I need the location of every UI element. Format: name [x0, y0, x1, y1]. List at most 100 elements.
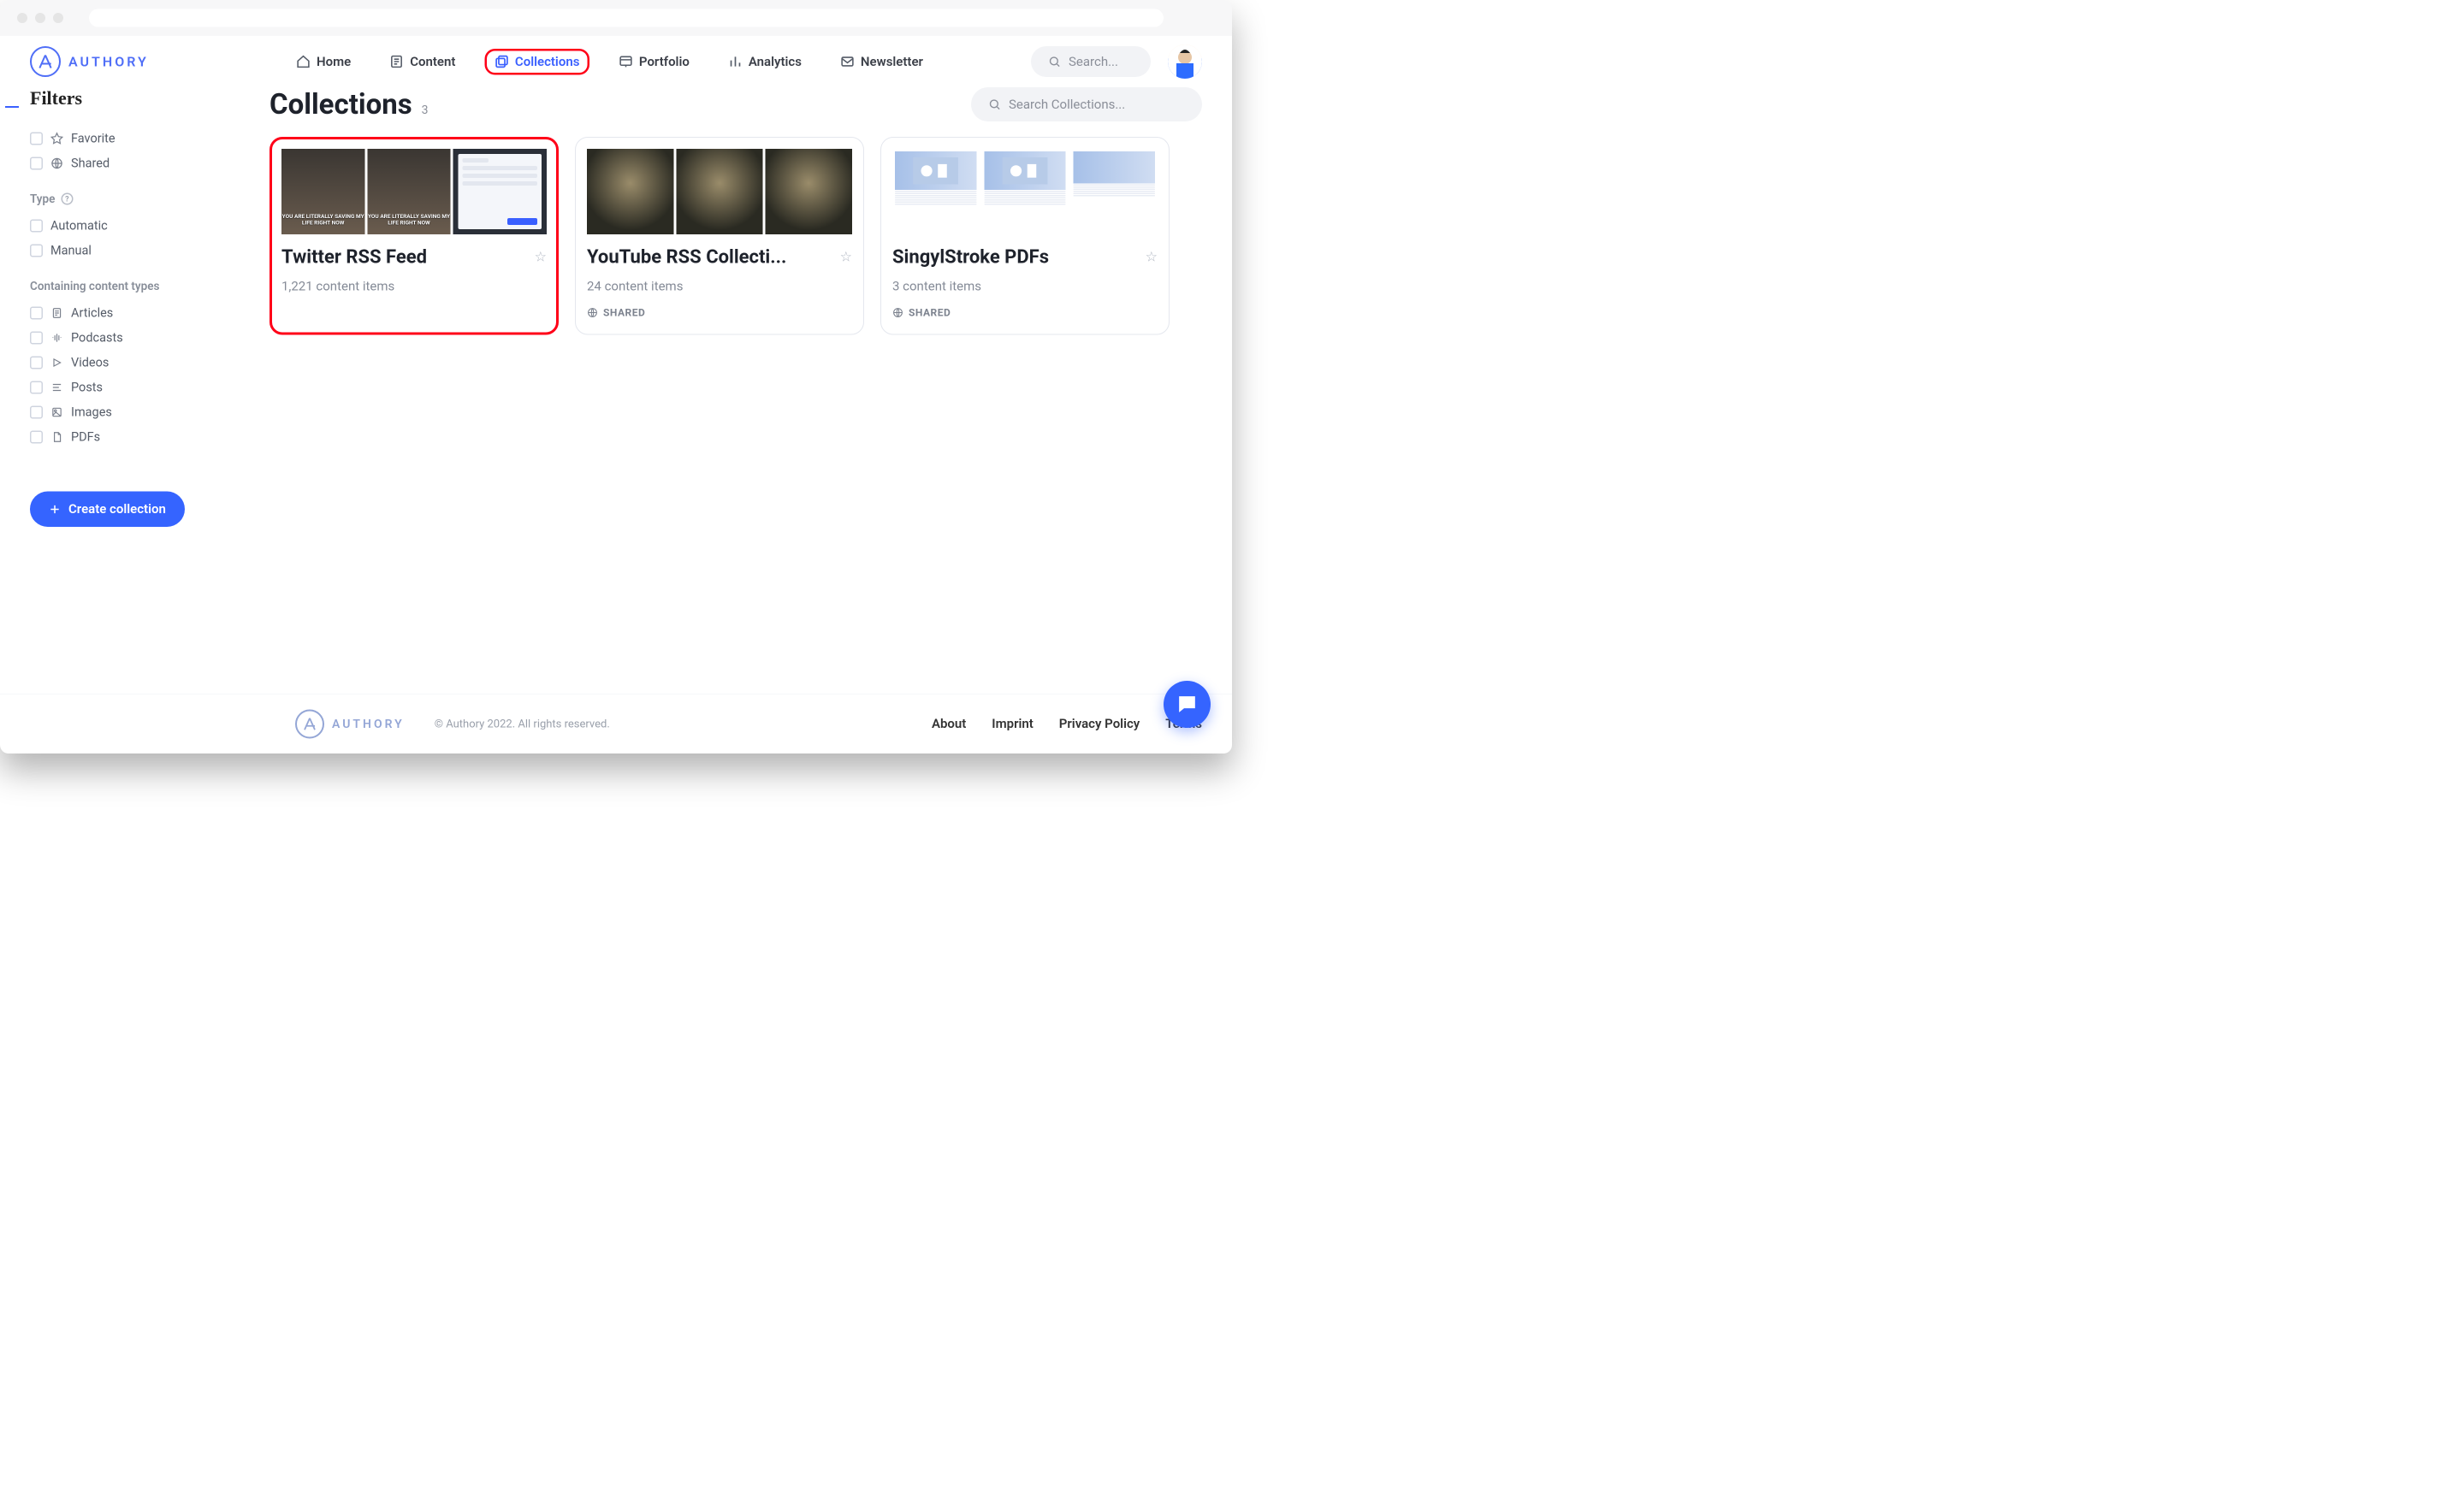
favorite-toggle-icon[interactable]: ☆	[1146, 249, 1158, 265]
star-icon	[50, 133, 63, 145]
checkbox[interactable]	[30, 157, 43, 170]
collections-icon	[495, 55, 509, 69]
collection-card-singylstroke-pdfs[interactable]: SingylStroke PDFs ☆ 3 content items SHAR…	[880, 137, 1170, 335]
footer-brand[interactable]: AUTHORY	[295, 709, 405, 738]
filter-automatic[interactable]: Automatic	[30, 214, 252, 239]
images-icon	[50, 406, 63, 419]
close-window-icon[interactable]	[17, 13, 27, 23]
app-header: AUTHORY Home Content Collections	[0, 36, 1232, 87]
group-type-label: Type ?	[30, 192, 252, 206]
footer-link-about[interactable]: About	[932, 717, 966, 732]
card-item-count: 3 content items	[892, 279, 1158, 294]
page-title-group: Collections 3	[270, 88, 429, 121]
thumbnail-pdf	[892, 149, 979, 234]
thumbnail-form	[453, 149, 547, 234]
checkbox[interactable]	[30, 220, 43, 233]
checkbox[interactable]	[30, 357, 43, 369]
thumbnail-pdf	[1071, 149, 1158, 234]
filter-favorite[interactable]: Favorite	[30, 127, 252, 151]
thumbnail-game	[676, 149, 762, 234]
filter-videos-label: Videos	[71, 356, 109, 370]
nav-content-label: Content	[410, 54, 455, 69]
nav-content[interactable]: Content	[380, 49, 465, 74]
favorite-toggle-icon[interactable]: ☆	[535, 249, 547, 265]
nav-newsletter-label: Newsletter	[861, 54, 923, 69]
nav-newsletter[interactable]: Newsletter	[831, 49, 933, 74]
nav-analytics-label: Analytics	[749, 54, 802, 69]
filter-pdfs[interactable]: PDFs	[30, 425, 252, 450]
footer-link-imprint[interactable]: Imprint	[992, 717, 1034, 732]
group-content-types-label: Containing content types	[30, 280, 252, 293]
filters-sidebar: Filters Favorite Shared	[30, 87, 252, 677]
filter-posts[interactable]: Posts	[30, 375, 252, 400]
checkbox[interactable]	[30, 245, 43, 257]
nav-collections-label: Collections	[515, 54, 580, 69]
collections-grid: YOU ARE LITERALLY SAVING MY LIFE RIGHT N…	[270, 137, 1202, 335]
global-search[interactable]: Search...	[1031, 46, 1151, 77]
search-collections-input[interactable]: Search Collections...	[971, 87, 1202, 121]
filter-podcasts[interactable]: Podcasts	[30, 326, 252, 351]
pdfs-icon	[50, 431, 63, 444]
filter-pdfs-label: PDFs	[71, 430, 100, 445]
filter-automatic-label: Automatic	[50, 219, 108, 233]
minimize-window-icon[interactable]	[35, 13, 45, 23]
card-shared-label: SHARED	[603, 307, 645, 319]
footer-copyright: © Authory 2022. All rights reserved.	[435, 718, 610, 730]
window-controls	[17, 13, 63, 23]
articles-icon	[50, 307, 63, 320]
filter-manual[interactable]: Manual	[30, 239, 252, 263]
filter-articles[interactable]: Articles	[30, 301, 252, 326]
thumbnail-game	[766, 149, 852, 234]
nav-portfolio-label: Portfolio	[639, 54, 690, 69]
brand-logo-icon	[30, 46, 61, 77]
nav-home-label: Home	[317, 54, 351, 69]
checkbox[interactable]	[30, 381, 43, 394]
thumbnail-caption: YOU ARE LITERALLY SAVING MY LIFE RIGHT N…	[281, 213, 364, 227]
filter-articles-label: Articles	[71, 306, 113, 321]
card-title: Twitter RSS Feed	[281, 245, 528, 268]
nav-analytics[interactable]: Analytics	[719, 49, 811, 74]
filter-manual-label: Manual	[50, 244, 92, 258]
card-item-count: 24 content items	[587, 279, 852, 294]
checkbox[interactable]	[30, 133, 43, 145]
brand[interactable]: AUTHORY	[30, 46, 278, 77]
search-collections-placeholder: Search Collections...	[1009, 97, 1125, 112]
filter-videos[interactable]: Videos	[30, 351, 252, 375]
thumbnail-movie-still: YOU ARE LITERALLY SAVING MY LIFE RIGHT N…	[367, 149, 450, 234]
plus-icon	[49, 503, 61, 515]
checkbox[interactable]	[30, 406, 43, 419]
card-item-count: 1,221 content items	[281, 279, 547, 294]
checkbox[interactable]	[30, 307, 43, 320]
brand-logo-icon	[295, 709, 324, 738]
nav-portfolio[interactable]: Portfolio	[609, 49, 699, 74]
nav-collections[interactable]: Collections	[484, 49, 589, 75]
chat-launcher-button[interactable]	[1164, 681, 1211, 728]
create-collection-label: Create collection	[68, 502, 166, 517]
analytics-icon	[728, 55, 743, 69]
nav-home[interactable]: Home	[287, 49, 360, 74]
filter-shared-label: Shared	[71, 157, 110, 171]
globe-icon	[50, 157, 63, 170]
filter-shared[interactable]: Shared	[30, 151, 252, 176]
favorite-toggle-icon[interactable]: ☆	[840, 249, 852, 265]
search-icon	[1048, 56, 1061, 68]
page-title: Collections	[270, 88, 412, 121]
card-shared-label: SHARED	[909, 307, 951, 319]
checkbox[interactable]	[30, 332, 43, 345]
help-icon[interactable]: ?	[61, 193, 73, 205]
filter-posts-label: Posts	[71, 381, 103, 395]
footer-link-privacy[interactable]: Privacy Policy	[1059, 717, 1140, 732]
globe-icon	[892, 307, 903, 318]
app-footer: AUTHORY © Authory 2022. All rights reser…	[0, 694, 1232, 754]
user-avatar[interactable]	[1168, 44, 1202, 79]
filter-images[interactable]: Images	[30, 400, 252, 425]
collection-card-youtube-rss[interactable]: YouTube RSS Collecti... ☆ 24 content ite…	[575, 137, 864, 335]
create-collection-button[interactable]: Create collection	[30, 492, 185, 528]
browser-url-bar[interactable]	[89, 9, 1164, 27]
checkbox[interactable]	[30, 431, 43, 444]
filters-title: Filters	[30, 87, 82, 109]
podcasts-icon	[50, 332, 63, 345]
maximize-window-icon[interactable]	[53, 13, 63, 23]
collection-card-twitter-rss[interactable]: YOU ARE LITERALLY SAVING MY LIFE RIGHT N…	[270, 137, 559, 335]
globe-icon	[587, 307, 598, 318]
